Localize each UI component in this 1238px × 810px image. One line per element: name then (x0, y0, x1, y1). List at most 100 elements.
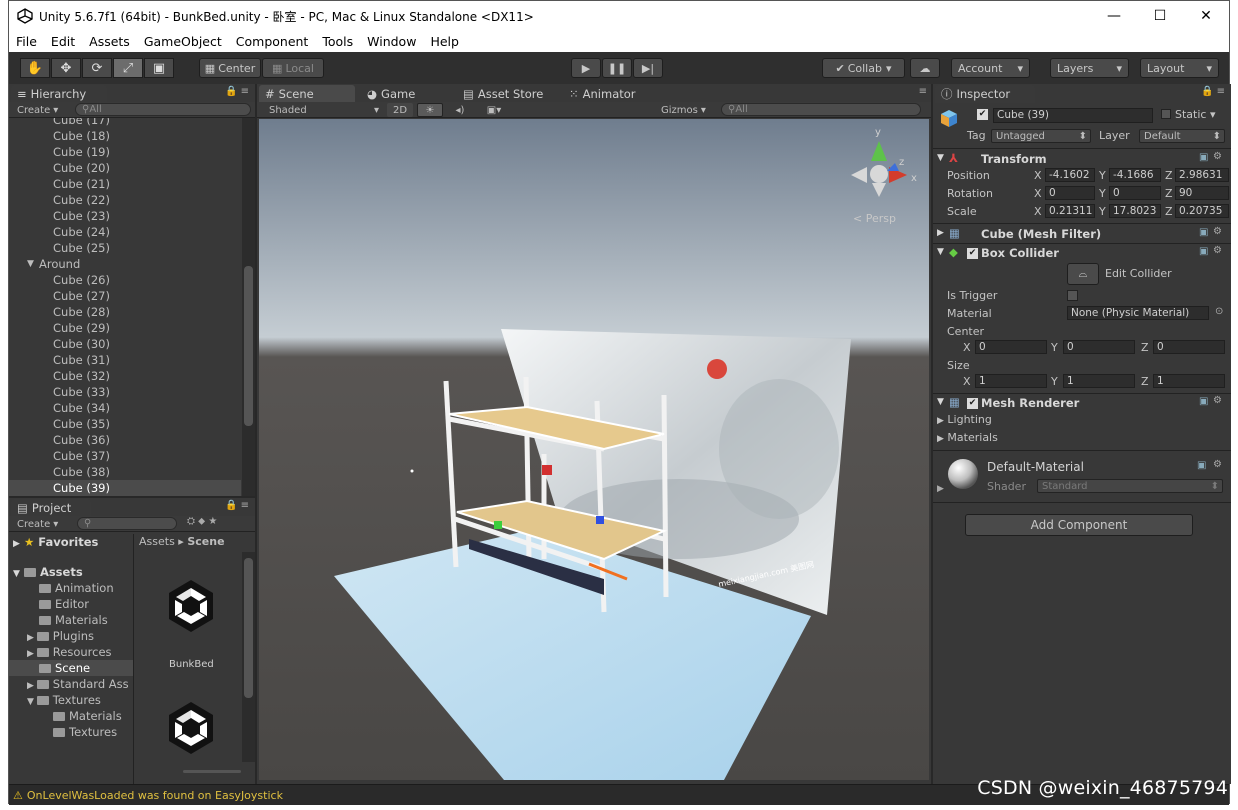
materials-foldout[interactable]: ▶ Materials (937, 431, 998, 444)
collab-button[interactable]: ✔ Collab ▾ (822, 58, 905, 78)
size-y-field[interactable]: 1 (1063, 374, 1135, 388)
panel-menu-icon[interactable]: 🔒 ≡ (1201, 86, 1225, 97)
icon-size-slider[interactable] (183, 770, 241, 773)
tab-project[interactable]: ▤ Project (11, 499, 91, 517)
foldout-arrow-icon[interactable]: ▼ (937, 247, 944, 257)
position-y-field[interactable]: -4.1686 (1109, 168, 1161, 182)
help-icon[interactable]: ▣ (1197, 460, 1206, 471)
center-x-field[interactable]: 0 (975, 340, 1047, 354)
step-icon[interactable]: ▶| (633, 58, 663, 78)
help-icon[interactable]: ▣ (1199, 227, 1208, 238)
is-trigger-checkbox[interactable] (1067, 290, 1078, 301)
physic-material-field[interactable]: None (Physic Material) (1067, 306, 1209, 320)
box-collider-header[interactable]: ▼ ◆ ✔ Box Collider ▣ ⚙ (933, 244, 1229, 262)
help-icon[interactable]: ▣ (1199, 396, 1208, 407)
static-dropdown[interactable]: Static ▾ (1175, 108, 1215, 121)
position-x-field[interactable]: -4.1602 (1045, 168, 1095, 182)
asset-bunkbed-label[interactable]: BunkBed (169, 659, 214, 670)
project-scrollbar[interactable] (242, 552, 255, 762)
mesh-renderer-enabled-checkbox[interactable]: ✔ (967, 398, 978, 409)
settings-gear-icon[interactable]: ⚙ (1213, 151, 1222, 162)
menu-file[interactable]: File (9, 34, 44, 49)
tab-inspector[interactable]: ⓘ Inspector (935, 85, 1035, 103)
play-icon[interactable]: ▶ (571, 58, 601, 78)
hierarchy-item-selected[interactable]: Cube (39) (9, 480, 241, 496)
menu-gameobject[interactable]: GameObject (137, 34, 229, 49)
project-search-input[interactable]: ⚲ (77, 517, 177, 530)
hierarchy-item[interactable]: Cube (20) (9, 160, 241, 176)
hierarchy-group-around[interactable]: ▼ Around (9, 256, 241, 272)
hierarchy-item[interactable]: Cube (32) (9, 368, 241, 384)
cloud-icon[interactable]: ☁ (910, 58, 940, 78)
breadcrumb-scene[interactable]: Scene (187, 535, 224, 548)
static-checkbox[interactable] (1161, 109, 1171, 119)
scene-search-input[interactable]: ⚲ All (721, 103, 921, 116)
audio-toggle-icon[interactable]: ◂) (447, 103, 473, 117)
active-checkbox[interactable]: ✔ (977, 109, 988, 120)
foldout-arrow-icon[interactable]: ▶ (937, 228, 944, 238)
foldout-arrow-icon[interactable]: ▼ (937, 397, 944, 407)
project-create-dropdown[interactable]: Create ▾ (13, 517, 69, 531)
hierarchy-item[interactable]: Cube (28) (9, 304, 241, 320)
hierarchy-item[interactable]: Cube (27) (9, 288, 241, 304)
folder-standard-assets[interactable]: ▶ Standard Ass (27, 676, 129, 692)
hierarchy-scrollbar[interactable] (242, 118, 255, 496)
panel-menu-icon[interactable]: ≡ (919, 86, 927, 97)
hierarchy-item[interactable]: Cube (19) (9, 144, 241, 160)
hierarchy-item[interactable]: Cube (25) (9, 240, 241, 256)
account-dropdown[interactable]: Account ▾ (951, 58, 1030, 78)
foldout-arrow-icon[interactable]: ▼ (937, 153, 944, 163)
hierarchy-item[interactable]: Cube (18) (9, 128, 241, 144)
hierarchy-item[interactable]: Cube (37) (9, 448, 241, 464)
shading-mode-dropdown[interactable]: Shaded ▾ (265, 103, 383, 117)
pivot-local-button[interactable]: ▦ Local (262, 58, 324, 78)
scene-viewport[interactable]: y z x < Persp meixiangjian.com 美图网 (259, 119, 929, 780)
menu-edit[interactable]: Edit (44, 34, 82, 49)
folder-materials[interactable]: Materials (39, 612, 108, 628)
hierarchy-item[interactable]: Cube (24) (9, 224, 241, 240)
settings-gear-icon[interactable]: ⚙ (1213, 226, 1222, 237)
hierarchy-item[interactable]: Cube (36) (9, 432, 241, 448)
hierarchy-item[interactable]: Cube (22) (9, 192, 241, 208)
folder-scene-selected[interactable]: Scene (9, 660, 134, 676)
folder-textures-materials[interactable]: Materials (53, 708, 122, 724)
scale-z-field[interactable]: 0.20735 (1175, 204, 1229, 218)
hierarchy-item[interactable]: Cube (21) (9, 176, 241, 192)
unity-scene-icon[interactable] (161, 698, 221, 758)
add-component-button[interactable]: Add Component (965, 514, 1193, 536)
rect-tool-icon[interactable]: ▣ (144, 58, 174, 78)
hierarchy-item[interactable]: Cube (33) (9, 384, 241, 400)
menu-component[interactable]: Component (229, 34, 316, 49)
hierarchy-search-input[interactable]: ⚲ All (75, 103, 251, 116)
breadcrumb-assets[interactable]: Assets (139, 535, 175, 548)
object-name-field[interactable]: Cube (39) (993, 108, 1153, 123)
tab-game[interactable]: ◕ Game (361, 85, 451, 103)
hierarchy-item[interactable]: Cube (30) (9, 336, 241, 352)
minimize-button[interactable]: — (1091, 1, 1137, 31)
scale-tool-icon[interactable]: ⤢ (113, 58, 143, 78)
rotation-z-field[interactable]: 90 (1175, 186, 1229, 200)
close-button[interactable]: ✕ (1183, 1, 1229, 31)
shader-dropdown[interactable]: Standard ⬍ (1037, 479, 1223, 493)
hierarchy-item[interactable]: Cube (35) (9, 416, 241, 432)
hierarchy-item[interactable]: Cube (29) (9, 320, 241, 336)
rotation-x-field[interactable]: 0 (1045, 186, 1095, 200)
center-y-field[interactable]: 0 (1063, 340, 1135, 354)
unity-scene-icon[interactable] (161, 576, 221, 636)
layout-dropdown[interactable]: Layout ▾ (1140, 58, 1219, 78)
box-collider-enabled-checkbox[interactable]: ✔ (967, 248, 978, 259)
hierarchy-item[interactable]: Cube (38) (9, 464, 241, 480)
help-icon[interactable]: ▣ (1199, 246, 1208, 257)
hierarchy-item[interactable]: Cube (23) (9, 208, 241, 224)
folder-textures-textures[interactable]: Textures (53, 724, 117, 740)
panel-menu-icon[interactable]: 🔒 ≡ (225, 86, 249, 97)
hierarchy-item[interactable]: Cube (26) (9, 272, 241, 288)
rotation-y-field[interactable]: 0 (1109, 186, 1161, 200)
settings-gear-icon[interactable]: ⚙ (1213, 395, 1222, 406)
tab-animator[interactable]: ⁙ Animator (563, 85, 659, 103)
pivot-center-button[interactable]: ▦ Center (199, 58, 261, 78)
center-z-field[interactable]: 0 (1153, 340, 1225, 354)
tag-dropdown[interactable]: Untagged ⬍ (991, 129, 1091, 143)
transform-header[interactable]: ▼ ⅄ Transform ▣ ⚙ (933, 150, 1229, 168)
tab-hierarchy[interactable]: ≡ Hierarchy (11, 85, 107, 103)
